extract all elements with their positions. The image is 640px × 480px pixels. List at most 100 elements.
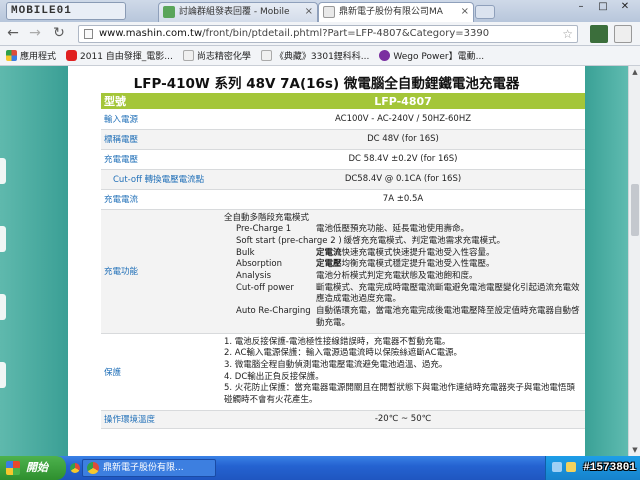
scrollbar-thumb[interactable] — [631, 184, 639, 236]
list-item: 1. 電池反接保護-電池極性接線錯誤時，充電器不暫動充電。 — [224, 336, 451, 347]
list-item: 2. AC輸入電源保護：輸入電源過電流時以保險絲遮斷AC電源。 — [224, 348, 463, 359]
row-value: DC 58.4V ±0.2V (for 16S) — [221, 149, 585, 170]
url-path: /front/bin/ptdetail.phtml?Part=LFP-4807&… — [202, 28, 490, 39]
row-label: 操作環境溫度 — [101, 410, 221, 429]
list-item: Absorption 定電壓均衡充電模式穩定提升電池受入性電壓。 — [224, 259, 582, 271]
protection-cell: 1. 電池反接保護-電池極性接線錯誤時，充電器不暫動充電。 2. AC輸入電源保… — [221, 333, 585, 411]
forum-favicon-icon — [163, 6, 175, 18]
back-arrow-icon[interactable]: ← — [4, 25, 22, 43]
close-icon[interactable]: × — [305, 3, 313, 21]
tab-mashin-product[interactable]: 鼎新電子股份有限公司MA × — [318, 2, 474, 22]
bookmark-star-icon[interactable]: ☆ — [562, 26, 573, 42]
row-label: 充電電流 — [101, 189, 221, 210]
row-value: 7A ±0.5A — [221, 189, 585, 210]
bookmark-folder-2[interactable]: 《典藏》3301鋰科科... — [260, 49, 370, 62]
table-row: 充電電壓 DC 58.4V ±0.2V (for 16S) — [101, 149, 585, 170]
forward-arrow-icon[interactable]: → — [26, 25, 44, 43]
close-window-button[interactable]: ✕ — [614, 0, 636, 16]
mode-name: Pre-Charge 1 — [236, 224, 292, 235]
minimize-button[interactable]: – — [570, 0, 592, 16]
address-bar[interactable]: www.mashin.com.tw/front/bin/ptdetail.pht… — [78, 25, 578, 43]
new-tab-button[interactable] — [475, 5, 495, 19]
apps-grid-icon — [6, 50, 17, 61]
reload-icon[interactable]: ↻ — [50, 25, 68, 43]
maximize-button[interactable]: □ — [592, 0, 614, 16]
tab-label: 鼎新電子股份有限公司MA — [339, 7, 443, 17]
charge-function-row: 充電功能 全自動多階段充電模式 Pre-Charge 1 電池低壓預充功能、延長電… — [101, 209, 585, 334]
right-decor-panel — [585, 66, 628, 456]
scroll-down-icon[interactable]: ▼ — [629, 444, 640, 456]
bookmarks-bar: 應用程式 2011 自由發揮_電影... 尚志精密化學 《典藏》3301鋰科科.… — [0, 46, 640, 66]
table-row: 充電電流 7A ±0.5A — [101, 189, 585, 210]
mobile01-logo: MOBILE01 — [6, 2, 126, 20]
windows-flag-icon — [6, 461, 20, 475]
row-label: 標稱電壓 — [101, 129, 221, 150]
row-label: 充電電壓 — [101, 149, 221, 170]
mode-desc: 斷電模式、充電完成時電壓電流斷電避免電池電壓變化引起過流充電效應造成電池過度充電… — [316, 282, 580, 305]
row-label: 保護 — [101, 333, 221, 411]
row-value: -20℃ ~ 50℃ — [221, 410, 585, 429]
bookmark-youtube[interactable]: 2011 自由發揮_電影... — [66, 49, 173, 62]
extension-icon[interactable] — [590, 25, 608, 43]
page-title: LFP-410W 系列 48V 7A(16s) 微電腦全自動鋰鐵電池充電器 — [133, 76, 520, 92]
list-item: Analysis 電池分析模式判定充電狀態及電池飽和度。 — [224, 271, 582, 283]
taskbar-chrome-window[interactable]: 鼎新電子股份有限... — [82, 459, 216, 477]
url-host: www.mashin.com.tw — [99, 28, 203, 39]
start-button[interactable]: 開始 — [0, 456, 66, 480]
list-item: 4. DC輸出正負反接保護。 — [224, 371, 324, 382]
scroll-up-icon[interactable]: ▲ — [629, 66, 640, 78]
bookmark-folder-1[interactable]: 尚志精密化學 — [182, 49, 251, 62]
menu-icon[interactable] — [614, 25, 632, 43]
list-item: 3. 微電腦全程自動偵測電池電壓電流避免電池過溫、過充。 — [224, 359, 448, 370]
mode-desc: 定電壓均衡充電模式穩定提升電池受入性電壓。 — [316, 259, 495, 270]
network-icon[interactable] — [552, 462, 562, 472]
row-label: 輸入電源 — [101, 109, 221, 130]
row-label: Cut-off 轉換電壓電流點 — [101, 169, 221, 190]
mode-desc: 電池低壓預充功能、延長電池使用壽命。 — [316, 224, 470, 235]
youtube-icon — [66, 50, 78, 61]
volume-icon[interactable] — [566, 462, 576, 472]
tab-forum-reply[interactable]: 討論群組發表回覆 - Mobile × — [158, 2, 318, 22]
page-icon — [84, 29, 93, 39]
side-tab — [0, 294, 6, 320]
browser-tab-strip: MOBILE01 討論群組發表回覆 - Mobile × 鼎新電子股份有限公司M… — [0, 0, 640, 22]
list-item: Pre-Charge 1 電池低壓預充功能、延長電池使用壽命。 — [224, 224, 582, 236]
chrome-quicklaunch-icon[interactable] — [70, 463, 80, 473]
close-icon[interactable]: × — [461, 3, 469, 21]
window-controls: – □ ✕ — [570, 0, 636, 18]
side-tab — [0, 158, 6, 184]
bookmark-label: 2011 自由發揮_電影... — [80, 52, 173, 62]
windows-taskbar: 開始 鼎新電子股份有限... — [0, 456, 640, 480]
page-favicon-icon — [323, 6, 335, 18]
row-label: 充電功能 — [101, 209, 221, 334]
page-viewport: LFP-410W 系列 48V 7A(16s) 微電腦全自動鋰鐵電池充電器 型號… — [0, 66, 628, 456]
mode-desc: 定電流快速充電模式快速提升電池受入性容量。 — [316, 247, 495, 258]
mode-name: Cut-off power — [236, 282, 294, 293]
task-label: 鼎新電子股份有限... — [103, 463, 184, 473]
list-item: Cut-off power 斷電模式、充電完成時電壓電流斷電避免電池電壓變化引起過… — [224, 283, 582, 306]
table-row: 操作環境溫度 -20℃ ~ 50℃ — [101, 410, 585, 429]
bookmark-label: 《典藏》3301鋰科科... — [274, 52, 370, 62]
bookmark-wego[interactable]: Wego Power】電動... — [379, 49, 484, 62]
bookmark-apps[interactable]: 應用程式 — [6, 49, 56, 62]
charge-intro: 全自動多階段充電模式 — [224, 212, 310, 223]
start-label: 開始 — [26, 461, 48, 474]
mode-desc: 自動循環充電，當電池充電完成後電池電壓降至設定值時充電器自動啓動充電。 — [316, 306, 580, 328]
bookmark-label: 尚志精密化學 — [196, 52, 251, 62]
mode-desc: 緩啓充充電模式、判定電池需求充電模式。 — [343, 235, 506, 246]
side-tab — [0, 362, 6, 388]
side-tab — [0, 226, 6, 252]
mode-name: Bulk — [236, 247, 255, 258]
vertical-scrollbar[interactable]: ▲ ▼ — [628, 66, 640, 456]
bookmark-label: 應用程式 — [20, 52, 57, 62]
list-item: Auto Re-Charging 自動循環充電，當電池充電完成後電池電壓降至設定值… — [224, 306, 582, 329]
mode-desc: 電池分析模式判定充電狀態及電池飽和度。 — [316, 271, 478, 282]
mode-name: Absorption — [236, 259, 283, 270]
bookmark-label: Wego Power】電動... — [393, 52, 485, 62]
model-number: LFP-4807 — [221, 93, 585, 109]
table-row: Cut-off 轉換電壓電流點 DC58.4V @ 0.1CA (for 16S… — [101, 169, 585, 190]
table-header-row: 型號 LFP-4807 — [101, 93, 585, 109]
mode-name: Auto Re-Charging — [236, 306, 311, 317]
post-id-watermark: #1573801 — [583, 462, 636, 474]
row-value: AC100V - AC-240V / 50HZ-60HZ — [221, 109, 585, 130]
